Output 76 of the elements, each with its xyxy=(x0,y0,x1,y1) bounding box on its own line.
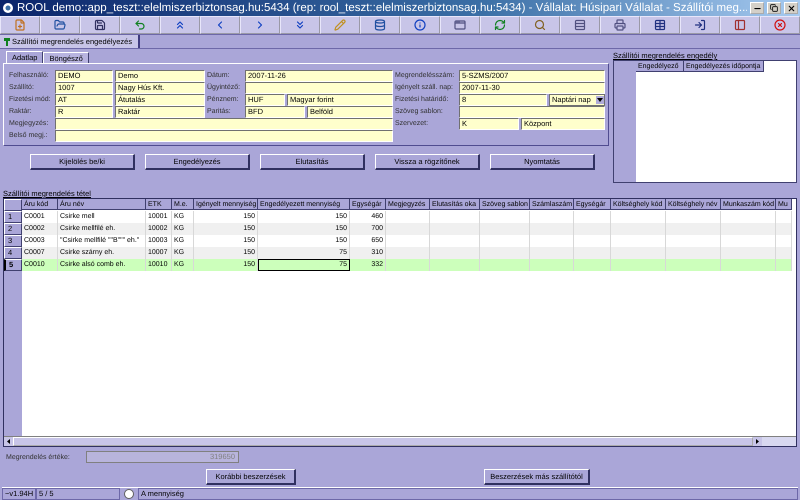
scroll-thumb[interactable] xyxy=(13,437,753,446)
table-cell xyxy=(430,223,480,235)
table-cell xyxy=(666,247,721,259)
close-icon xyxy=(786,4,796,12)
toolbar-button[interactable] xyxy=(640,16,680,34)
save-icon xyxy=(94,19,106,31)
toolbar-button[interactable] xyxy=(280,16,320,34)
table-cell xyxy=(776,223,792,235)
table-cell xyxy=(611,223,666,235)
table-cell xyxy=(574,223,611,235)
table-cell xyxy=(611,247,666,259)
table-cell xyxy=(666,223,721,235)
double-down-arrow-icon xyxy=(294,19,306,31)
minimize-button[interactable] xyxy=(750,2,764,14)
table-cell xyxy=(776,259,792,271)
toolbar-button[interactable] xyxy=(520,16,560,34)
scroll-left-icon[interactable] xyxy=(4,437,13,446)
toolbar-button[interactable] xyxy=(560,16,600,34)
file-plus-icon xyxy=(14,19,26,31)
input-field[interactable] xyxy=(55,118,393,130)
horizontal-scrollbar[interactable] xyxy=(4,436,796,446)
close-icon xyxy=(774,19,786,31)
search-icon xyxy=(534,19,546,31)
folder-icon xyxy=(54,19,66,31)
restore-button[interactable] xyxy=(767,2,781,14)
table-cell xyxy=(530,259,574,271)
pencil-icon xyxy=(334,19,346,31)
dropdown-arrow-icon xyxy=(596,96,604,104)
table-cell xyxy=(480,223,530,235)
panel-icon xyxy=(734,19,746,31)
radio-button[interactable] xyxy=(124,489,134,499)
table-cell xyxy=(776,247,792,259)
table-cell xyxy=(721,247,776,259)
rows-icon xyxy=(574,19,586,31)
table-cell xyxy=(721,223,776,235)
table-cell xyxy=(480,247,530,259)
import-arrow-icon xyxy=(694,19,706,31)
double-up-arrow-icon xyxy=(174,19,186,31)
table-cell xyxy=(574,259,611,271)
input-field[interactable] xyxy=(245,82,393,94)
restore-icon xyxy=(770,4,778,12)
table-cell xyxy=(574,247,611,259)
table-cell xyxy=(386,247,430,259)
toolbar-button[interactable] xyxy=(400,16,440,34)
toolbar-button[interactable] xyxy=(440,16,480,34)
input-field[interactable] xyxy=(55,130,393,142)
table-cell xyxy=(430,259,480,271)
refresh-icon xyxy=(494,19,506,31)
table-cell xyxy=(386,223,430,235)
toolbar-button[interactable] xyxy=(160,16,200,34)
toolbar-button[interactable] xyxy=(40,16,80,34)
undo-arrow-icon xyxy=(134,19,146,31)
toolbar-button[interactable] xyxy=(600,16,640,34)
table-cell xyxy=(721,259,776,271)
table-cell xyxy=(666,259,721,271)
pin-icon xyxy=(4,38,10,46)
table-cell xyxy=(530,223,574,235)
table-cell xyxy=(386,259,430,271)
toolbar-button[interactable] xyxy=(680,16,720,34)
printer-icon xyxy=(614,19,626,31)
table-cell xyxy=(530,247,574,259)
info-icon xyxy=(414,19,426,31)
input-field[interactable] xyxy=(459,106,605,118)
close-button[interactable] xyxy=(784,2,798,14)
scroll-right-icon[interactable] xyxy=(753,437,762,446)
table-icon xyxy=(654,19,666,31)
toolbar-button[interactable] xyxy=(720,16,760,34)
cylinder-icon xyxy=(374,19,386,31)
table-cell xyxy=(611,259,666,271)
app-icon xyxy=(2,2,14,14)
table-cell xyxy=(430,247,480,259)
toolbar-button[interactable] xyxy=(360,16,400,34)
toolbar-button[interactable] xyxy=(80,16,120,34)
table-cell xyxy=(480,259,530,271)
toolbar-button[interactable] xyxy=(760,16,800,34)
window-icon xyxy=(454,19,466,31)
